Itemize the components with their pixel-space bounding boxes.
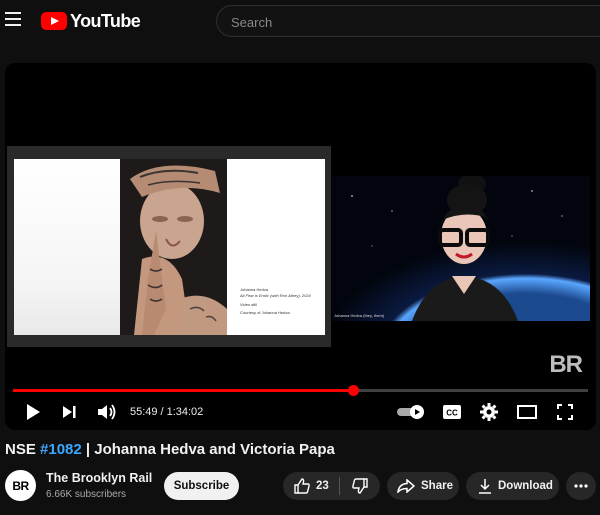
share-button[interactable]: Share bbox=[387, 472, 459, 500]
masthead: YouTube bbox=[0, 0, 600, 42]
current-time: 55:49 bbox=[130, 406, 158, 418]
caption-credit: Courtesy of Johanna Hedva. bbox=[240, 310, 291, 315]
thumbs-down-icon bbox=[352, 478, 368, 494]
download-icon bbox=[479, 479, 491, 494]
search-input[interactable] bbox=[231, 13, 591, 31]
more-actions-button[interactable] bbox=[566, 472, 596, 500]
like-dislike-group: 23 bbox=[283, 472, 380, 500]
caption-medium: Video still bbox=[240, 302, 258, 307]
speaker-webcam: Johanna Hedva (they, them) bbox=[332, 176, 590, 321]
time-separator: / bbox=[160, 406, 164, 418]
video-player[interactable]: Johanna Hedva All Fear is Erotic (with R… bbox=[5, 63, 596, 430]
volume-icon[interactable] bbox=[96, 401, 118, 423]
share-label: Share bbox=[421, 480, 453, 492]
slide-blank-page bbox=[14, 159, 120, 335]
theater-mode-icon[interactable] bbox=[515, 401, 539, 423]
title-rest: | Johanna Hedva and Victoria Papa bbox=[81, 441, 335, 458]
download-button[interactable]: Download bbox=[466, 472, 559, 500]
youtube-play-icon bbox=[41, 12, 67, 30]
time-display: 55:49/1:34:02 bbox=[130, 406, 203, 418]
play-icon[interactable] bbox=[23, 401, 43, 423]
fullscreen-icon[interactable] bbox=[554, 401, 576, 423]
dislike-button[interactable] bbox=[340, 472, 380, 500]
slide-caption-page: Johanna Hedva All Fear is Erotic (with R… bbox=[227, 159, 325, 335]
duration: 1:34:02 bbox=[166, 406, 204, 418]
youtube-logo[interactable]: YouTube bbox=[41, 10, 141, 32]
artwork-video-still bbox=[120, 159, 227, 335]
video-title: NSE #1082 | Johanna Hedva and Victoria P… bbox=[5, 441, 335, 458]
subscriber-count: 6.66K subscribers bbox=[46, 489, 127, 500]
caption-work: All Fear is Erotic (with Ron Athey), 202… bbox=[240, 293, 311, 298]
channel-name[interactable]: The Brooklyn Rail bbox=[46, 471, 152, 485]
menu-icon[interactable] bbox=[5, 12, 21, 26]
like-count: 23 bbox=[316, 480, 329, 492]
channel-avatar[interactable]: BR bbox=[5, 470, 36, 501]
autoplay-toggle-icon[interactable] bbox=[397, 401, 425, 423]
share-icon bbox=[397, 479, 415, 493]
search-box[interactable] bbox=[216, 5, 600, 37]
thumbs-up-icon bbox=[294, 478, 310, 494]
caption-artist: Johanna Hedva bbox=[240, 287, 269, 292]
more-horizontal-icon bbox=[574, 484, 588, 488]
presentation-slide: Johanna Hedva All Fear is Erotic (with R… bbox=[7, 146, 331, 347]
channel-watermark[interactable]: BR bbox=[549, 351, 583, 379]
scrubber-handle[interactable] bbox=[348, 385, 359, 396]
like-button[interactable]: 23 bbox=[283, 472, 339, 500]
title-prefix: NSE bbox=[5, 441, 41, 458]
svg-text:CC: CC bbox=[446, 409, 458, 418]
webcam-name-label: Johanna Hedva (they, them) bbox=[334, 313, 385, 318]
download-label: Download bbox=[498, 480, 553, 492]
progress-played bbox=[13, 389, 353, 392]
subscribe-button[interactable]: Subscribe bbox=[164, 472, 239, 500]
captions-icon[interactable]: CC bbox=[441, 401, 463, 423]
logo-text: YouTube bbox=[70, 10, 141, 31]
progress-bar[interactable] bbox=[13, 385, 588, 396]
title-hashtag[interactable]: #1082 bbox=[40, 441, 82, 458]
next-icon[interactable] bbox=[59, 401, 79, 423]
settings-gear-icon[interactable] bbox=[478, 401, 500, 423]
